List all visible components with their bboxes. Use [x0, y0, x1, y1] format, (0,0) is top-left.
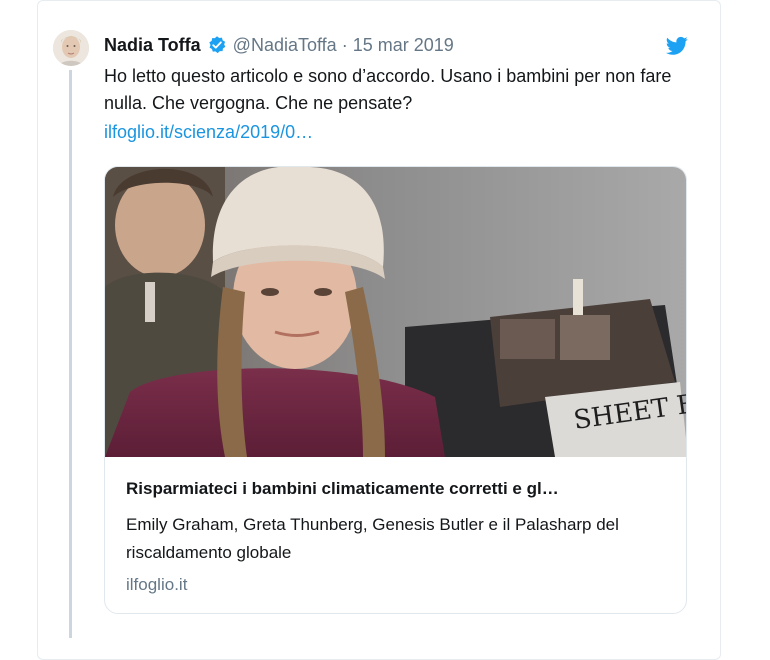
tweet-date[interactable]: 15 mar 2019 — [353, 35, 454, 56]
author-handle[interactable]: @NadiaToffa — [233, 35, 337, 56]
tweet-text: Ho letto questo articolo e sono d’accord… — [104, 66, 672, 113]
author-name[interactable]: Nadia Toffa — [104, 35, 201, 56]
tweet-header: Nadia Toffa @NadiaToffa · 15 mar 2019 — [104, 33, 454, 57]
link-preview-card[interactable]: SHEET BAND Risparmiateci i bambini clima… — [104, 166, 687, 614]
article-domain[interactable]: ilfoglio.it — [126, 575, 187, 595]
twitter-bird-icon[interactable] — [665, 36, 688, 56]
avatar-photo-icon — [53, 30, 89, 66]
author-avatar[interactable] — [53, 30, 89, 66]
header-separator: · — [341, 34, 348, 55]
article-preview-image[interactable]: SHEET BAND — [105, 167, 687, 457]
article-description: Emily Graham, Greta Thunberg, Genesis Bu… — [126, 515, 619, 562]
article-title[interactable]: Risparmiateci i bambini climaticamente c… — [126, 479, 671, 499]
tweet-article-link[interactable]: ilfoglio.it/scienza/2019/0… — [104, 122, 313, 143]
verified-badge-icon — [207, 35, 227, 55]
thread-connector-line — [69, 70, 72, 638]
